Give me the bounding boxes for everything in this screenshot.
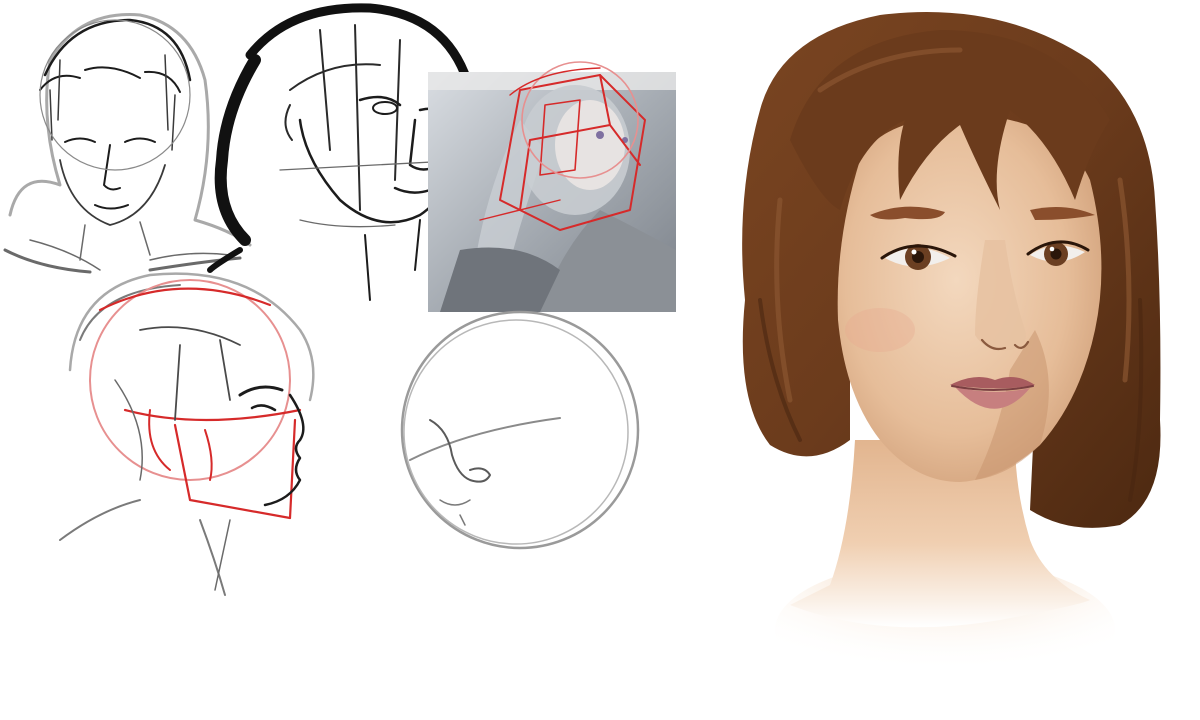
sketch-sheet xyxy=(3,3,1161,700)
sketch-circle-nose xyxy=(400,310,640,550)
reference-photo xyxy=(428,72,676,312)
art-study-canvas xyxy=(0,0,1200,720)
sketch-profile-head xyxy=(59,272,315,596)
painted-portrait xyxy=(742,12,1161,700)
sketch-front-head xyxy=(3,13,252,274)
